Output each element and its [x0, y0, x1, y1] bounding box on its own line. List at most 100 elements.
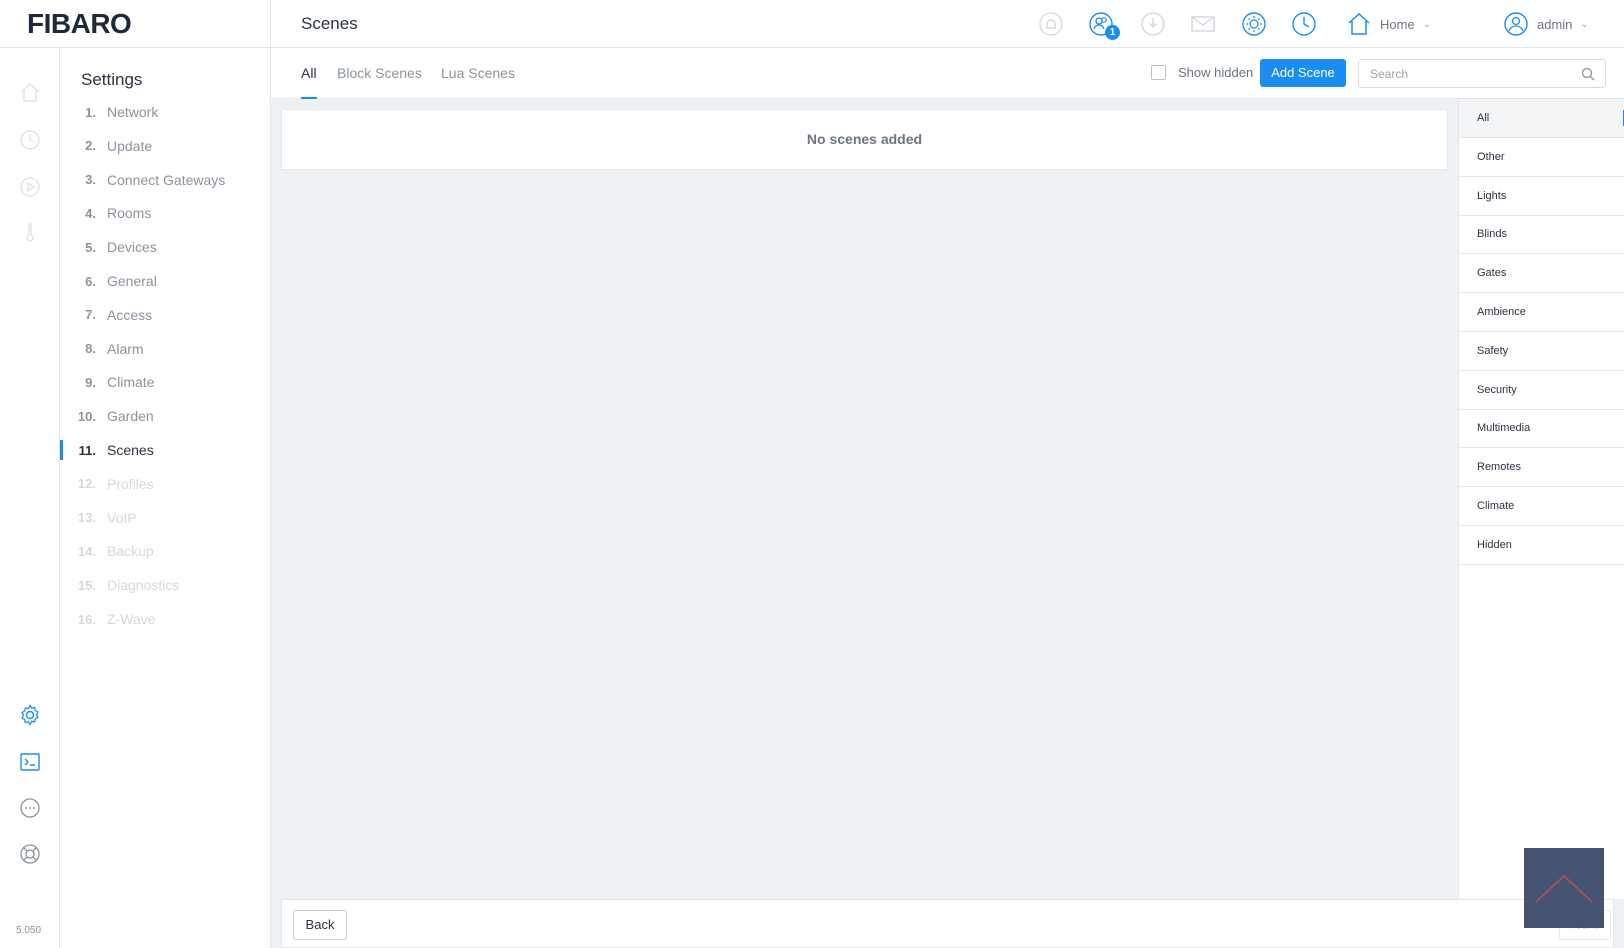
settings-item-connect-gateways[interactable]: 3. Connect Gateways [60, 165, 270, 195]
settings-item-label: Connect Gateways [107, 171, 226, 188]
footer-bar: Back Next [271, 899, 1624, 948]
settings-item-voip: 13. VoIP [60, 503, 270, 533]
clock-icon[interactable] [1291, 11, 1317, 37]
notification-badge: 1 [1105, 25, 1120, 40]
home-label: Home [1380, 16, 1415, 32]
show-hidden-label: Show hidden [1178, 65, 1254, 80]
terminal-icon[interactable] [18, 750, 42, 774]
mail-icon[interactable] [1190, 11, 1216, 37]
settings-item-number: 2. [85, 138, 96, 154]
home-nav-icon[interactable] [18, 81, 42, 105]
settings-item-general[interactable]: 6. General [60, 266, 270, 296]
settings-item-climate[interactable]: 9. Climate [60, 367, 270, 397]
settings-item-access[interactable]: 7. Access [60, 300, 270, 330]
empty-state-card: No scenes added [281, 109, 1448, 170]
category-safety[interactable]: Safety [1459, 332, 1624, 371]
settings-item-diagnostics: 15. Diagnostics [60, 570, 270, 600]
category-remotes[interactable]: Remotes [1459, 448, 1624, 488]
user-menu[interactable]: admin ⌄ [1503, 10, 1589, 38]
footer-panel: Back Next [281, 899, 1614, 948]
version-label: 5.050 [16, 925, 42, 936]
top-header: Scenes 1 Home ⌄ admin ⌄ [271, 0, 1624, 48]
users-icon[interactable]: 1 [1088, 11, 1120, 40]
empty-message: No scenes added [806, 131, 923, 147]
scenes-nav-icon[interactable] [18, 175, 42, 199]
tab-all[interactable]: All [301, 65, 317, 99]
category-all[interactable]: All [1459, 99, 1624, 138]
settings-item-z-wave: 16. Z-Wave [60, 604, 270, 634]
settings-item-label: General [107, 273, 157, 289]
category-ambience[interactable]: Ambience [1459, 293, 1624, 332]
search-icon[interactable] [1580, 66, 1596, 82]
settings-item-number: 12. [77, 476, 96, 492]
settings-item-number: 6. [85, 273, 96, 289]
settings-item-label: Devices [107, 239, 157, 256]
download-icon[interactable] [1140, 11, 1166, 37]
help-icon[interactable] [18, 842, 42, 866]
settings-item-network[interactable]: 1. Network [60, 97, 270, 127]
settings-item-number: 13. [77, 510, 96, 526]
settings-title: Settings [81, 70, 143, 89]
user-icon [1504, 12, 1528, 36]
app-root: FIBARO Scenes 1 Home ⌄ admin ⌄ 5.050 Set… [0, 0, 1624, 948]
search-placeholder: Search [1370, 67, 1409, 81]
category-multimedia[interactable]: Multimedia [1459, 409, 1624, 449]
alarm-icon[interactable] [1038, 11, 1064, 37]
settings-item-label: Climate [107, 374, 155, 391]
settings-item-number: 9. [85, 374, 96, 390]
settings-item-scenes[interactable]: 11. Scenes [60, 435, 270, 465]
settings-item-label: Backup [107, 543, 154, 560]
category-security[interactable]: Security [1459, 371, 1624, 410]
category-other[interactable]: Other [1459, 138, 1624, 177]
category-hidden[interactable]: Hidden [1459, 526, 1624, 565]
settings-item-number: 11. [78, 442, 96, 458]
settings-sidebar: Settings 1. Network 2. Update 3. Connect Gate… [60, 48, 271, 948]
settings-item-label: Garden [107, 408, 154, 425]
settings-item-devices[interactable]: 5. Devices [60, 232, 270, 262]
settings-item-number: 16. [77, 611, 96, 627]
category-lights[interactable]: Lights [1459, 177, 1624, 216]
scroll-to-top-button[interactable] [1524, 848, 1604, 928]
settings-item-garden[interactable]: 10. Garden [60, 401, 270, 431]
category-gates[interactable]: Gates [1459, 254, 1624, 294]
home-icon [1348, 12, 1370, 35]
settings-item-backup: 14. Backup [60, 536, 270, 566]
settings-item-number: 4. [85, 205, 96, 221]
settings-item-update[interactable]: 2. Update [60, 131, 270, 161]
weather-icon[interactable] [1241, 11, 1267, 37]
category-blinds[interactable]: Blinds [1459, 215, 1624, 255]
settings-item-number: 7. [85, 307, 96, 323]
page-title: Scenes [301, 14, 358, 33]
chevron-up-icon [1535, 874, 1593, 903]
chevron-down-icon: ⌄ [1422, 18, 1432, 30]
category-climate[interactable]: Climate [1459, 487, 1624, 526]
settings-item-number: 10. [77, 408, 96, 424]
search-input[interactable]: Search [1358, 59, 1606, 88]
climate-nav-icon[interactable] [18, 220, 42, 244]
more-icon[interactable] [18, 796, 42, 820]
settings-item-rooms[interactable]: 4. Rooms [60, 198, 270, 228]
settings-item-label: Rooms [107, 205, 152, 222]
category-list: All Other Lights Blinds Gates Ambience Safety S… [1458, 99, 1624, 899]
add-scene-button[interactable]: Add Scene [1260, 59, 1346, 87]
show-hidden-toggle[interactable]: Show hidden [1151, 65, 1253, 80]
settings-item-label: Z-Wave [107, 611, 156, 627]
settings-item-label: Diagnostics [107, 577, 180, 594]
settings-item-number: 15. [77, 577, 96, 593]
settings-item-alarm[interactable]: 8. Alarm [60, 334, 270, 364]
fibaro-logo[interactable]: FIBARO [27, 8, 132, 40]
settings-item-profiles: 12. Profiles [60, 469, 270, 499]
settings-gear-icon[interactable] [18, 703, 42, 727]
settings-item-label: Alarm [107, 340, 144, 357]
tab-block-scenes[interactable]: Block Scenes [337, 65, 422, 99]
settings-item-label: Network [107, 104, 159, 120]
home-selector[interactable]: Home ⌄ [1346, 10, 1431, 38]
dashboard-nav-icon[interactable] [18, 128, 42, 152]
settings-item-number: 5. [85, 239, 96, 255]
scenes-content: No scenes added [271, 99, 1458, 899]
show-hidden-checkbox[interactable] [1151, 65, 1166, 80]
settings-item-label: Scenes [107, 442, 154, 458]
tab-lua-scenes[interactable]: Lua Scenes [441, 65, 515, 99]
settings-item-number: 3. [85, 172, 96, 188]
back-button[interactable]: Back [293, 910, 347, 940]
